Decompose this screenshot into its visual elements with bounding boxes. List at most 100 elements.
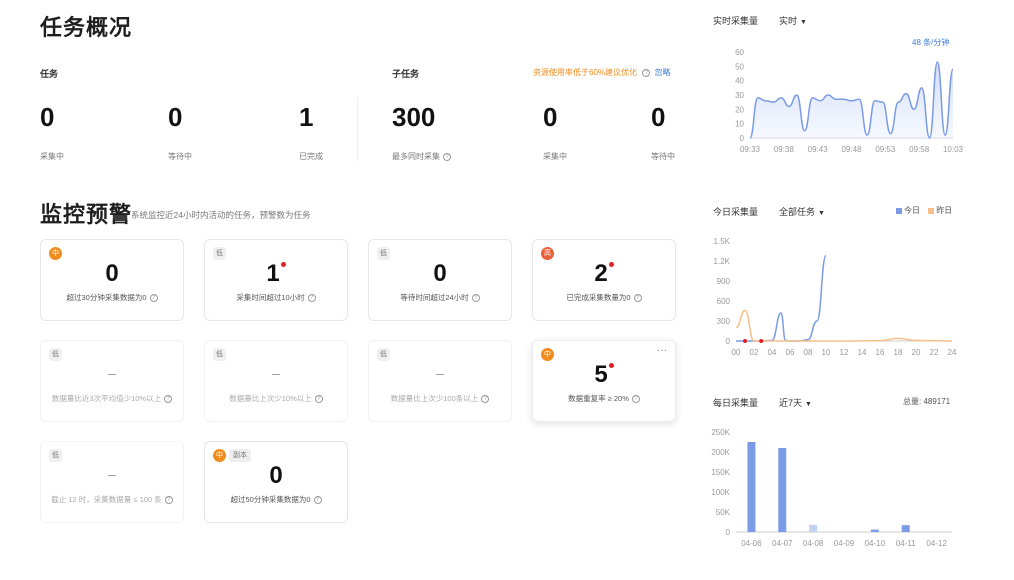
x-tick-label: 04-09 [834, 539, 855, 548]
level-badge: 低 [49, 348, 62, 361]
alert-dot-icon [608, 363, 614, 368]
alert-count: 0 [369, 260, 511, 288]
alert-count-value: 0 [433, 260, 447, 287]
today-chart: 0 300 600 900 1.2K 1.5K 00 02 04 06 08 10 12 14 16 18 20… [714, 237, 957, 357]
alert-count: – [369, 365, 511, 381]
help-icon[interactable]: ? [481, 395, 490, 404]
y-tick-label: 300 [717, 317, 731, 326]
y-tick-label: 60 [735, 48, 744, 57]
alert-card[interactable]: 低 – 数据量比上次少10%以上? [204, 340, 348, 422]
x-tick-label: 08 [804, 348, 813, 357]
today-legend: 今日 昨日 [896, 205, 952, 216]
alert-description-text: 数据重复率 ≥ 20% [568, 394, 629, 403]
alert-count-value: – [108, 466, 116, 482]
bar [870, 529, 879, 532]
x-tick-label: 18 [894, 348, 903, 357]
x-tick-label: 20 [912, 348, 921, 357]
task-done-value: 1 [299, 102, 314, 132]
data-point-marker [743, 339, 747, 343]
help-icon[interactable]: ? [314, 395, 323, 404]
level-badge: 高 [541, 247, 554, 260]
alert-description-text: 超过30分钟采集数据为0 [66, 293, 147, 302]
today-select[interactable]: 全部任务 ▼ [779, 205, 825, 218]
help-icon[interactable]: ? [307, 294, 316, 303]
alert-count-value: 2 [594, 260, 608, 287]
y-tick-label: 10 [735, 120, 744, 129]
x-tick-label: 16 [876, 348, 885, 357]
realtime-select[interactable]: 实时 ▼ [779, 14, 807, 27]
y-tick-label: 0 [740, 134, 745, 143]
overview-title: 任务概况 [40, 15, 133, 40]
alert-description-text: 截止 12 时，采集数据量 ≤ 100 条 [51, 495, 162, 504]
x-tick-label: 09:33 [740, 145, 761, 154]
help-icon[interactable]: ? [313, 496, 322, 505]
task-waiting-label: 等待中 [168, 152, 192, 161]
x-tick-label: 14 [858, 348, 867, 357]
alert-count: – [41, 365, 183, 381]
y-tick-label: 1.5K [714, 237, 731, 246]
x-tick-label: 04-11 [896, 539, 916, 548]
alert-card[interactable]: 低 – 截止 12 时，采集数据量 ≤ 100 条? [40, 441, 184, 523]
alert-description: 数据量比近3次平均值少10%以上? [49, 393, 175, 404]
alert-description-text: 数据量比近3次平均值少10%以上 [51, 394, 162, 403]
y-tick-label: 20 [735, 105, 744, 114]
daily-select[interactable]: 近7天 ▼ [779, 396, 812, 409]
alert-card[interactable]: 低 1 采集时间超过10小时? [204, 239, 348, 321]
more-icon[interactable]: ··· [657, 345, 667, 356]
level-badge: 低 [377, 348, 390, 361]
subtask-max-label: 最多同时采集? [392, 151, 451, 162]
x-tick-label: 04-06 [741, 539, 762, 548]
bar [747, 442, 756, 532]
alert-card[interactable]: 中 0 超过30分钟采集数据为0? [40, 239, 184, 321]
subtask-max-value: 300 [392, 102, 436, 132]
alert-card[interactable]: 中副本 0 超过50分钟采集数据为0? [204, 441, 348, 523]
y-tick-label: 0 [726, 528, 731, 537]
alert-card[interactable]: 低 – 数据量比近3次平均值少10%以上? [40, 340, 184, 422]
alert-card[interactable]: 高 2 已完成采集数量为0? [532, 239, 676, 321]
alert-description-text: 超过50分钟采集数据为0 [230, 495, 311, 504]
monitor-subtitle: 系统监控近24小时内活动的任务，预警数为任务 [131, 210, 311, 220]
x-tick-label: 09:43 [808, 145, 829, 154]
alert-count: – [205, 365, 347, 381]
x-tick-label: 09:38 [774, 145, 795, 154]
y-tick-label: 40 [735, 77, 744, 86]
alert-description-text: 数据量比上次少10%以上 [229, 394, 312, 403]
bar [901, 525, 910, 532]
x-tick-label: 04-07 [772, 539, 793, 548]
task-done-label: 已完成 [299, 152, 323, 161]
x-tick-label: 04-12 [926, 539, 947, 548]
alert-card[interactable]: 低 – 数据量比上次少100条以上? [368, 340, 512, 422]
level-badge: 低 [377, 247, 390, 260]
x-tick-label: 09:48 [841, 145, 862, 154]
alert-description: 截止 12 时，采集数据量 ≤ 100 条? [49, 494, 175, 505]
help-icon[interactable]: ? [149, 294, 158, 303]
help-icon[interactable]: ? [642, 68, 651, 77]
ignore-link[interactable]: 忽略 [654, 68, 670, 77]
alert-count-value: 1 [266, 260, 280, 287]
alert-count-value: – [272, 365, 280, 381]
x-tick-label: 02 [750, 348, 759, 357]
y-tick-label: 1.2K [714, 257, 731, 266]
alert-description-text: 等待时间超过24小时 [400, 293, 469, 302]
help-icon[interactable]: ? [471, 294, 480, 303]
alert-card[interactable]: 低 0 等待时间超过24小时? [368, 239, 512, 321]
alert-count-value: – [108, 365, 116, 381]
help-icon[interactable]: ? [164, 395, 173, 404]
daily-total: 总量: 489171 [903, 397, 951, 406]
alert-card[interactable]: 中 ··· 5 数据重复率 ≥ 20%? [532, 340, 676, 422]
help-icon[interactable]: ? [631, 395, 640, 404]
alert-description: 超过30分钟采集数据为0? [49, 292, 175, 303]
help-icon[interactable]: ? [164, 496, 173, 505]
alert-count: – [41, 466, 183, 482]
help-icon[interactable]: ? [443, 152, 451, 161]
legend-yesterday-swatch [928, 207, 935, 214]
help-icon[interactable]: ? [633, 294, 642, 303]
daily-title: 每日采集量 [713, 398, 759, 408]
alert-count: 2 [533, 260, 675, 288]
realtime-chart: 0 10 20 30 40 50 60 09:33 09:38 09:43 09:48 09:53 09… [735, 48, 963, 154]
task-label: 任务 [40, 69, 59, 79]
subtask-running-value: 0 [543, 102, 558, 132]
alert-count: 0 [41, 260, 183, 288]
y-tick-label: 50K [716, 508, 731, 517]
alert-description: 超过50分钟采集数据为0? [213, 494, 339, 505]
